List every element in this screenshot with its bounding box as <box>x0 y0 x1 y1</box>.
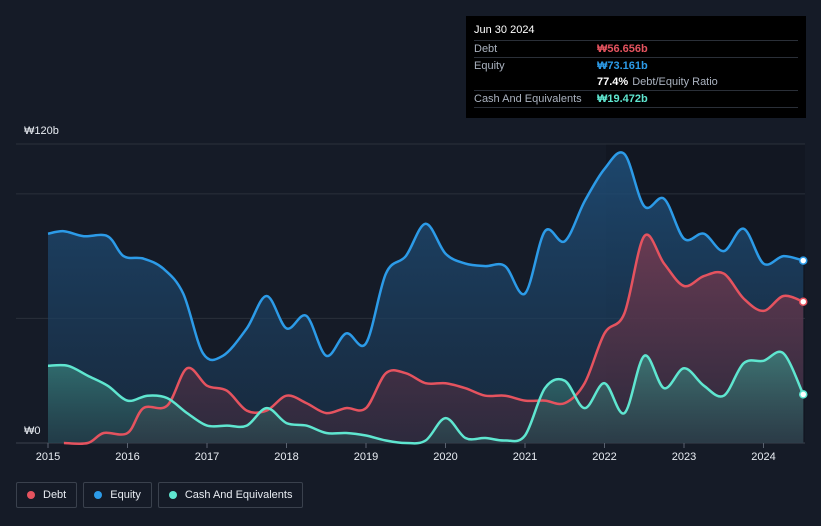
x-tick-label-2015: 2015 <box>36 451 60 463</box>
x-tick-label-2022: 2022 <box>592 451 616 463</box>
tooltip-debt-label: Debt <box>474 43 498 55</box>
end-marker-equity <box>799 256 808 265</box>
legend-label-equity: Equity <box>110 489 141 501</box>
tooltip-panel: Jun 30 2024 Debt ₩56.656b Equity ₩73.161… <box>466 16 806 118</box>
x-tick-label-2024: 2024 <box>751 451 775 463</box>
tooltip-row-equity: Equity ₩73.161b <box>474 57 798 74</box>
tooltip-date: Jun 30 2024 <box>474 24 535 36</box>
tooltip-cash-label: Cash And Equivalents <box>474 93 582 105</box>
legend-item-equity[interactable]: Equity <box>83 482 152 508</box>
tooltip-ratio-value: 77.4% <box>597 76 629 88</box>
tooltip-ratio-label: Debt/Equity Ratio <box>632 76 718 88</box>
legend-item-cash[interactable]: Cash And Equivalents <box>157 482 304 508</box>
x-tick-label-2016: 2016 <box>115 451 139 463</box>
legend-label-debt: Debt <box>43 489 67 501</box>
x-tick-label-2017: 2017 <box>195 451 219 463</box>
x-tick-label-2023: 2023 <box>672 451 696 463</box>
legend-dot-cash <box>168 491 177 499</box>
legend-item-debt[interactable]: Debt <box>16 482 78 508</box>
legend-dot-debt <box>27 491 35 499</box>
end-marker-cash <box>799 390 808 399</box>
tooltip-ratio-spacer <box>474 74 597 90</box>
x-tick-label-2021: 2021 <box>513 451 537 463</box>
x-axis-ticks: 2015 2016 2017 2018 2019 2020 2021 2022 2023 2024 <box>36 443 776 463</box>
tooltip-cash-value: ₩19.472b <box>597 93 648 105</box>
tooltip-row-cash: Cash And Equivalents ₩19.472b <box>474 90 798 108</box>
tooltip-equity-value: ₩73.161b <box>597 60 648 72</box>
tooltip-equity-label: Equity <box>474 60 505 72</box>
tooltip-row-ratio: 77.4% Debt/Equity Ratio <box>474 74 798 90</box>
y-axis-label-zero: ₩0 <box>24 425 41 437</box>
end-marker-debt <box>799 297 808 306</box>
tooltip-row-debt: Debt ₩56.656b <box>474 40 798 57</box>
tooltip-debt-value: ₩56.656b <box>597 43 648 55</box>
legend: Debt Equity Cash And Equivalents <box>16 482 304 508</box>
y-axis-label-max: ₩120b <box>24 125 59 137</box>
legend-label-cash: Cash And Equivalents <box>184 489 293 501</box>
legend-dot-equity <box>94 491 103 499</box>
x-tick-label-2018: 2018 <box>274 451 298 463</box>
x-tick-label-2019: 2019 <box>354 451 378 463</box>
x-tick-label-2020: 2020 <box>433 451 457 463</box>
